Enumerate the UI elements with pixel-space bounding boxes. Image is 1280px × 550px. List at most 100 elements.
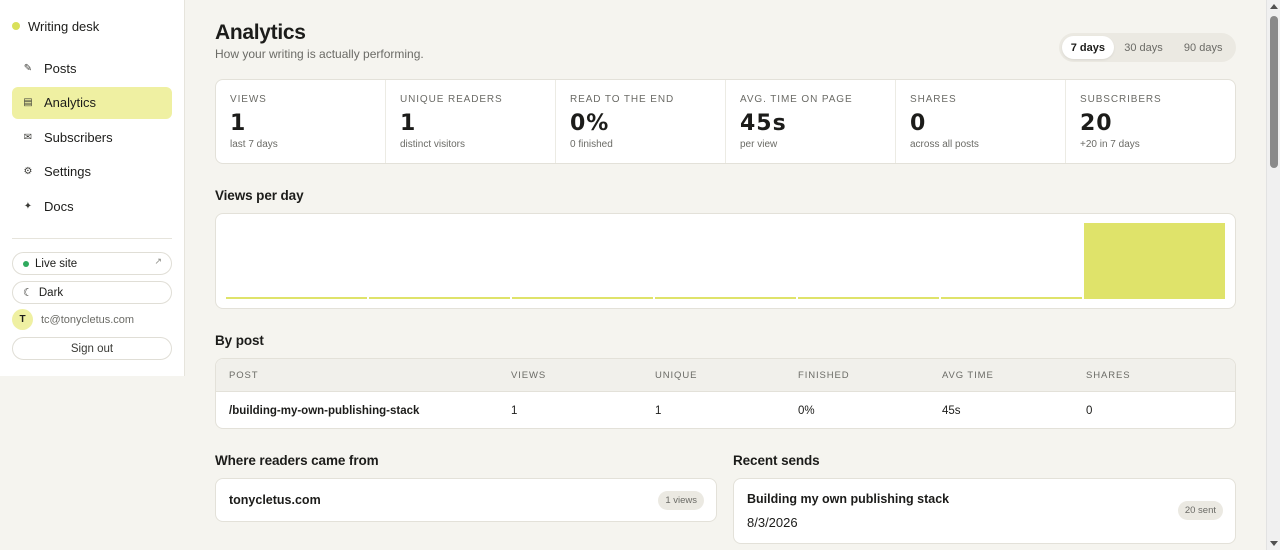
user-row: T tc@tonycletus.com [12,309,134,330]
stat-value: 1 [230,111,247,136]
sidebar-item-posts[interactable]: ✎ Posts [12,52,172,84]
stat-avg-time: Avg. time on page 45s per view [726,80,896,163]
stat-value: 45s [740,111,787,136]
sidebar-item-settings[interactable]: ⚙ Settings [12,156,172,188]
post-shares: 0 [1086,404,1093,417]
sidebar-item-label: Settings [44,164,91,179]
sidebar-divider [12,238,172,239]
stat-value: 20 [1080,111,1113,136]
referrers-title: Where readers came from [215,453,379,468]
avatar: T [12,309,33,330]
live-site-button[interactable]: Live site ↗ [12,252,172,275]
brand-name: Writing desk [28,18,100,34]
sparkle-icon: ✦ [23,200,33,212]
theme-toggle-button[interactable]: ☾ Dark [12,281,172,304]
stat-label: Unique readers [400,94,503,105]
gear-icon: ⚙ [23,166,33,177]
sidebar-item-analytics[interactable]: ▤ Analytics [12,86,172,119]
theme-toggle-label: Dark [38,286,64,299]
sidebar-item-subscribers[interactable]: ✉ Subscribers [12,121,172,153]
views-bar [941,297,1082,299]
sidebar-nav: ✎ Posts ▤ Analytics ✉ Subscribers ⚙ Sett… [12,52,172,225]
stat-shares: Shares 0 across all posts [896,80,1066,163]
by-post-table: Post Views Unique Finished Avg time Shar… [215,358,1236,429]
views-bar [655,297,796,299]
page-scrollbar[interactable] [1266,0,1280,550]
user-email: tc@tonycletus.com [41,313,135,326]
column-header-unique[interactable]: Unique [655,359,697,391]
mail-icon: ✉ [23,131,33,143]
column-header-post[interactable]: Post [229,359,258,391]
sidebar-item-docs[interactable]: ✦ Docs [12,190,172,222]
sign-out-button[interactable]: Sign out [12,337,172,360]
column-header-finished[interactable]: Finished [798,359,850,391]
stat-sub: distinct visitors [400,139,466,150]
stat-sub: last 7 days [230,139,278,150]
stat-subscribers: Subscribers 20 +20 in 7 days [1066,80,1235,163]
tab-7-days[interactable]: 7 days [1062,36,1114,59]
stats-strip: Views 1 last 7 days Unique readers 1 dis… [215,79,1236,164]
stat-value: 1 [400,111,417,136]
scroll-down-arrow-icon[interactable] [1270,541,1278,546]
sidebar-item-label: Subscribers [44,129,113,145]
sidebar-item-label: Posts [44,60,77,76]
moon-icon: ☾ [23,286,33,299]
page-subtitle: How your writing is actually performing. [215,47,424,61]
external-link-icon: ↗ [154,257,162,267]
views-chart-svg [226,223,1225,299]
by-post-title: By post [215,333,264,348]
post-views: 1 [511,404,518,417]
post-avg-time: 45s [942,404,961,417]
scroll-up-arrow-icon[interactable] [1270,4,1278,9]
stat-label: Views [230,94,267,105]
chart-icon: ▤ [23,97,33,108]
post-finished: 0% [798,404,815,417]
sidebar-item-label: Analytics [44,95,97,110]
live-site-label: Live site [35,257,78,270]
stat-label: Avg. time on page [740,94,853,105]
post-path[interactable]: /building-my-own-publishing-stack [229,392,419,428]
live-status-icon [23,260,29,267]
recent-send-item[interactable]: Building my own publishing stack 8/3/202… [733,478,1236,544]
table-row[interactable]: /building-my-own-publishing-stack 1 1 0%… [216,392,1235,428]
scrollbar-thumb[interactable] [1270,16,1278,168]
stat-label: Read to the end [570,94,675,105]
sidebar: Writing desk ✎ Posts ▤ Analytics ✉ Subsc… [0,0,185,376]
brand[interactable]: Writing desk [12,18,99,34]
stat-label: Subscribers [1080,94,1162,105]
page-title: Analytics [215,21,306,44]
column-header-shares[interactable]: Shares [1086,359,1130,391]
send-title: Building my own publishing stack [747,492,950,506]
stat-sub: per view [740,139,778,150]
range-tabs: 7 days 30 days 90 days [1059,33,1236,62]
views-bar [226,297,367,299]
referrer-item[interactable]: tonycletus.com 1 views [215,478,717,522]
views-bar [1084,223,1225,299]
stat-views: Views 1 last 7 days [216,80,386,163]
referrer-count-badge: 1 views [658,491,704,510]
referrer-name: tonycletus.com [229,493,321,507]
recent-sends-title: Recent sends [733,453,820,468]
views-chart [215,213,1236,309]
stat-sub: 0 finished [570,139,613,150]
sidebar-item-label: Docs [44,198,74,214]
column-header-avg-time[interactable]: Avg time [942,359,994,391]
column-header-views[interactable]: Views [511,359,546,391]
tab-30-days[interactable]: 30 days [1114,36,1174,59]
stat-sub: across all posts [910,139,979,150]
views-bar [798,297,939,299]
stat-sub: +20 in 7 days [1080,139,1140,150]
send-count-badge: 20 sent [1177,501,1223,520]
table-header: Post Views Unique Finished Avg time Shar… [216,359,1235,392]
brand-dot-icon [12,22,20,30]
tab-90-days[interactable]: 90 days [1173,36,1233,59]
views-bar [512,297,653,299]
stat-value: 0 [910,111,927,136]
send-date: 8/3/2026 [747,515,798,530]
stat-read-to-end: Read to the end 0% 0 finished [556,80,726,163]
views-per-day-title: Views per day [215,188,304,203]
pen-icon: ✎ [23,62,33,74]
post-unique: 1 [655,404,662,417]
views-bar [369,297,510,299]
stat-label: Shares [910,94,957,105]
